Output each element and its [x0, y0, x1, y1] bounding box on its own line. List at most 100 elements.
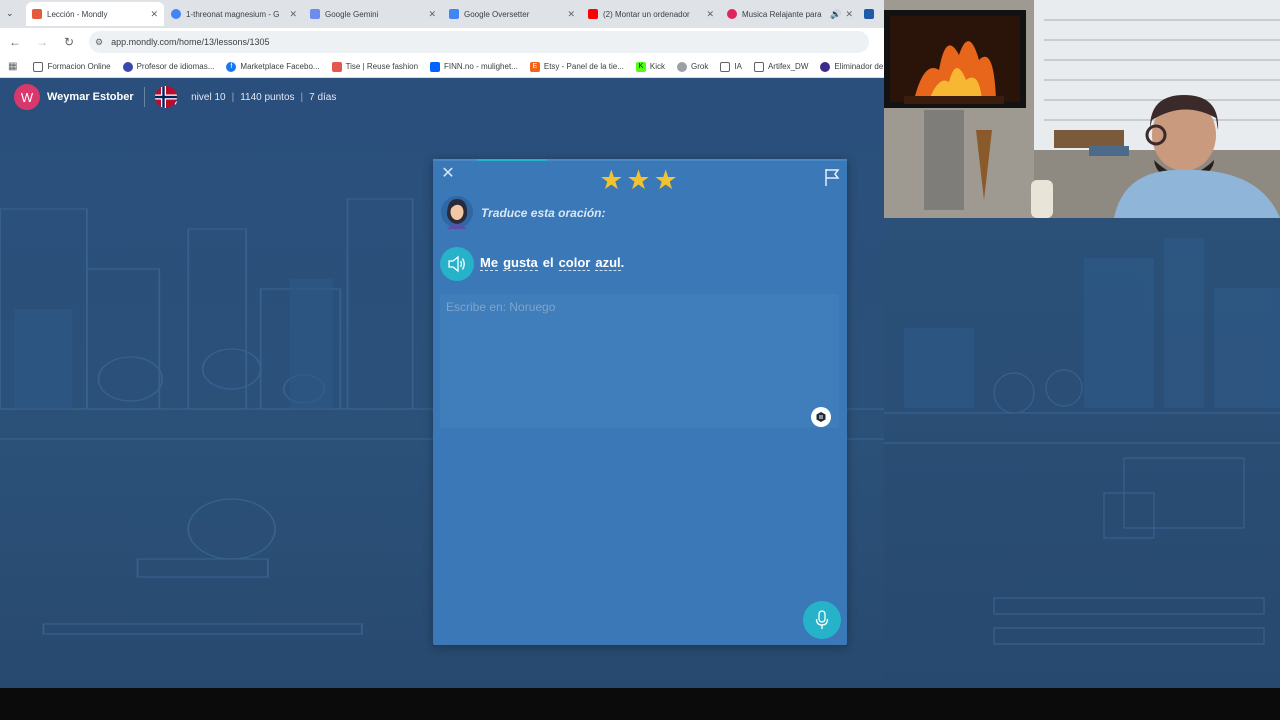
- tab-label: Lección - Mondly: [47, 9, 108, 19]
- tab-strip: ⌄ Lección - Mondly ✕ 1-threonat magnesiu…: [0, 0, 884, 28]
- bookmark-finn[interactable]: FINN.no - mulighet...: [430, 61, 518, 72]
- divider: |: [231, 91, 235, 103]
- facebook-icon: f: [226, 61, 237, 72]
- bookmark-etsy[interactable]: E Etsy - Panel de la tie...: [529, 61, 624, 72]
- address-bar[interactable]: ⚙ app.mondly.com/home/13/lessons/1305: [89, 31, 869, 53]
- tab-montar-ordenador[interactable]: (2) Montar un ordenador ✕: [582, 2, 720, 26]
- browser-window: ⌄ Lección - Mondly ✕ 1-threonat magnesiu…: [0, 0, 884, 688]
- divider: |: [300, 91, 304, 103]
- browser-toolbar: ← → ↻ ⚙ app.mondly.com/home/13/lessons/1…: [0, 28, 884, 56]
- bookmark-label: FINN.no - mulighet...: [444, 62, 518, 71]
- report-flag-icon[interactable]: [823, 167, 841, 187]
- bookmark-ia[interactable]: IA: [720, 61, 742, 72]
- reload-icon[interactable]: ↻: [57, 30, 81, 54]
- finn-icon: [430, 61, 441, 72]
- tutor-avatar-icon: [441, 196, 473, 229]
- bookmark-grok[interactable]: Grok: [677, 61, 709, 72]
- sentence-period: .: [620, 255, 625, 270]
- google-icon: [171, 9, 181, 19]
- etsy-icon: E: [529, 61, 540, 72]
- word-hint[interactable]: gusta: [503, 255, 538, 271]
- tab-search-chevron-icon[interactable]: ⌄: [6, 8, 18, 20]
- instruction-text: Traduce esta oración:: [481, 206, 606, 220]
- close-icon[interactable]: ✕: [567, 9, 575, 20]
- tab-favicon-icon: [864, 9, 874, 19]
- bookmark-label: Tise | Reuse fashion: [345, 62, 419, 71]
- page-background-right: [884, 218, 1280, 688]
- close-icon[interactable]: ✕: [706, 9, 714, 20]
- microphone-button[interactable]: [803, 601, 841, 639]
- norway-flag-icon[interactable]: [154, 86, 177, 108]
- bottom-black-bar: [0, 688, 1280, 720]
- avatar[interactable]: W: [14, 84, 40, 110]
- apps-grid-icon[interactable]: ▦: [8, 61, 17, 72]
- tab-musica-relajante[interactable]: Musica Relajante para 🔊 ✕: [721, 2, 859, 26]
- bookmark-label: Eliminador de: [834, 62, 884, 71]
- close-icon[interactable]: ✕: [428, 9, 436, 20]
- play-audio-button[interactable]: [440, 247, 474, 281]
- streak-text: 7 días: [309, 91, 337, 103]
- eliminador-icon: [820, 61, 831, 72]
- google-translate-icon: [449, 9, 459, 19]
- city-skyline-background: [884, 238, 1280, 645]
- speaker-icon[interactable]: 🔊: [830, 9, 841, 20]
- user-stats: nivel 10 | 1140 puntos | 7 días: [191, 92, 336, 103]
- answer-box: [440, 294, 839, 428]
- folder-icon: [753, 61, 764, 72]
- kick-icon: K: [635, 61, 646, 72]
- word-hint[interactable]: azul: [595, 255, 621, 271]
- bookmark-marketplace-facebook[interactable]: f Marketplace Facebo...: [226, 61, 320, 72]
- bookmark-label: Etsy - Panel de la tie...: [543, 62, 624, 71]
- bookmark-label: IA: [734, 62, 742, 71]
- tab-extra[interactable]: [860, 2, 884, 26]
- bookmark-label: Formacion Online: [47, 62, 111, 71]
- gemini-icon: [310, 9, 320, 19]
- bookmark-artifex[interactable]: Artifex_DW: [753, 61, 809, 72]
- tab-label: 1-threonat magnesium - G: [186, 9, 280, 19]
- close-icon[interactable]: ✕: [845, 9, 853, 20]
- points-text: 1140 puntos: [240, 91, 295, 103]
- bookmark-formacion-online[interactable]: Formacion Online: [33, 61, 111, 72]
- bookmark-label: Marketplace Facebo...: [240, 62, 320, 71]
- word-hint[interactable]: Me: [480, 255, 499, 271]
- bookmark-label: Kick: [649, 62, 666, 71]
- username[interactable]: Weymar Estober: [47, 91, 134, 103]
- site-settings-icon[interactable]: ⚙: [95, 37, 103, 48]
- youtube-icon: [588, 9, 598, 19]
- bookmark-label: Profesor de idiomas...: [136, 62, 215, 71]
- folder-icon: [720, 61, 731, 72]
- tab-threonat-magnesium[interactable]: 1-threonat magnesium - G ✕: [165, 2, 303, 26]
- microphone-icon: [815, 610, 829, 629]
- tab-google-gemini[interactable]: Google Gemini ✕: [304, 2, 442, 26]
- close-icon[interactable]: ✕: [289, 9, 297, 20]
- star-rating: ★★★: [599, 165, 681, 195]
- webcam-video-image: [884, 0, 1280, 218]
- level-text: nivel 10: [191, 91, 226, 103]
- tise-icon: [331, 61, 342, 72]
- tab-leccion-mondly[interactable]: Lección - Mondly ✕: [26, 2, 164, 26]
- grok-icon: [677, 61, 688, 72]
- tab-google-oversetter[interactable]: Google Oversetter ✕: [443, 2, 581, 26]
- tab-label: Google Oversetter: [464, 9, 530, 19]
- close-icon[interactable]: ✕: [150, 9, 158, 20]
- progress-bar: [433, 159, 847, 161]
- bookmarks-bar: ▦ Formacion Online Profesor de idiomas..…: [0, 56, 884, 78]
- music-icon: [727, 9, 737, 19]
- bookmark-kick[interactable]: K Kick: [635, 61, 666, 72]
- webcam-overlay: [884, 0, 1280, 218]
- bookmark-eliminador[interactable]: Eliminador de: [820, 61, 884, 72]
- word-hint[interactable]: el: [543, 255, 554, 271]
- user-topbar: W Weymar Estober ▾ nivel 10 | 1140 punto…: [0, 79, 884, 115]
- bookmark-label: Grok: [691, 62, 709, 71]
- answer-input[interactable]: [440, 294, 839, 428]
- word-hint[interactable]: color: [558, 255, 591, 271]
- bookmark-profesor-idiomas[interactable]: Profesor de idiomas...: [122, 61, 215, 72]
- divider: [143, 87, 145, 107]
- bookmark-label: Artifex_DW: [767, 62, 809, 71]
- bookmark-tise[interactable]: Tise | Reuse fashion: [331, 61, 419, 72]
- back-icon[interactable]: ←: [3, 30, 27, 54]
- lesson-card: ✕ ★★★ Traduce esta oración: Me gusta el …: [433, 159, 847, 645]
- mondly-icon: [32, 9, 42, 19]
- forward-icon[interactable]: →: [30, 30, 54, 54]
- special-characters-button[interactable]: [811, 407, 831, 427]
